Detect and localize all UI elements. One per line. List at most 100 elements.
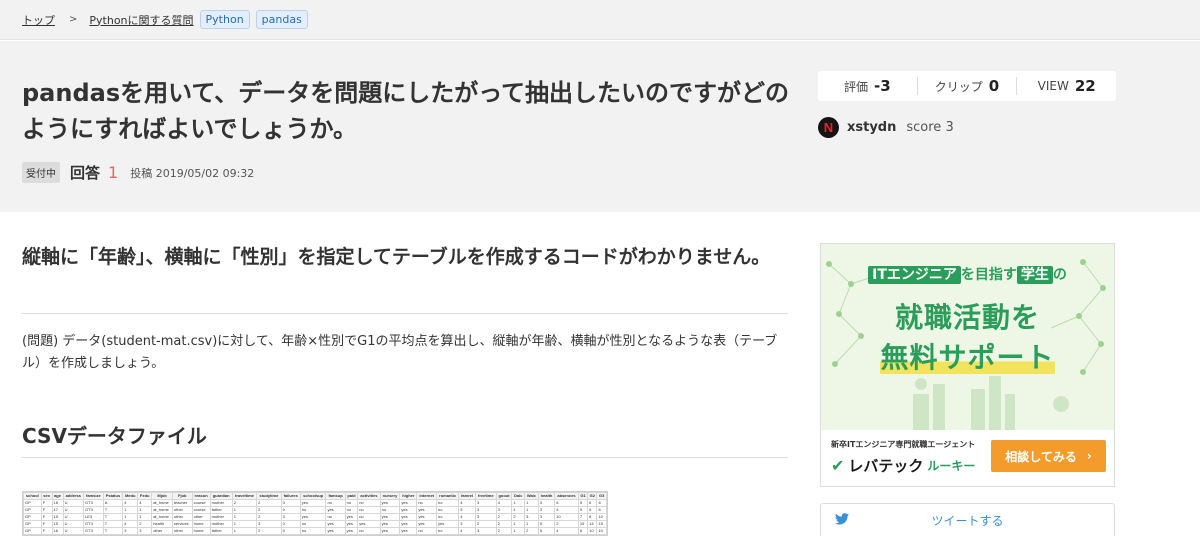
table-cell: 3 bbox=[495, 506, 513, 514]
score-value: 3 bbox=[945, 120, 954, 135]
table-header-cell: G2 bbox=[587, 492, 598, 500]
table-header-cell: sex bbox=[40, 492, 53, 500]
table-header-cell: higher bbox=[399, 492, 418, 500]
table-header-cell: Fedu bbox=[137, 492, 153, 500]
table-cell: yes bbox=[399, 527, 418, 535]
rating-stat: 評価 -3 bbox=[818, 77, 918, 95]
table-cell: 3 bbox=[474, 513, 497, 521]
table-cell: 5 bbox=[587, 506, 598, 514]
table-cell: 3 bbox=[474, 527, 497, 535]
table-cell: 3 bbox=[474, 499, 497, 507]
chevron-right-icon: > bbox=[69, 14, 78, 25]
table-cell: no bbox=[436, 527, 460, 535]
table-header-cell: health bbox=[537, 492, 556, 500]
csv-screenshot[interactable]: school sex age address famsize Pstatus Medu Fed… bbox=[22, 491, 608, 536]
ad-tagline: ITエンジニア を目指す 学生の bbox=[821, 264, 1114, 284]
posted-label: 投稿 bbox=[130, 166, 153, 180]
ad-tagline-student: 学生 bbox=[1016, 266, 1053, 284]
table-cell: yes bbox=[379, 527, 401, 535]
breadcrumb-category-link[interactable]: Pythonに関する質問 bbox=[89, 12, 193, 28]
table-cell: 18 bbox=[51, 499, 64, 507]
table-cell: A bbox=[102, 499, 124, 507]
table-cell: 6 bbox=[596, 506, 607, 514]
table-cell: 10 bbox=[596, 513, 607, 521]
clip-label: クリップ bbox=[934, 79, 983, 94]
tweet-button[interactable]: ツイートする bbox=[820, 503, 1115, 536]
ad-cta-button[interactable]: 相談してみる › bbox=[991, 440, 1106, 472]
ad-tagline-end: の bbox=[1052, 267, 1067, 283]
question-header: pandasを用いて、データを問題にしたがって抽出したいのですがどのようにすれば… bbox=[0, 41, 1200, 212]
levtech-logo-icon: ✔ bbox=[831, 456, 845, 475]
table-cell: 5 bbox=[537, 520, 556, 528]
table-cell: 1 bbox=[511, 520, 526, 528]
table-cell: U bbox=[62, 527, 85, 535]
tag-python[interactable]: Python bbox=[199, 10, 250, 29]
table-header-cell: activities bbox=[357, 492, 381, 500]
table-cell: father bbox=[209, 527, 233, 535]
table-cell: 3 bbox=[474, 506, 497, 514]
table-cell: yes bbox=[379, 513, 401, 521]
table-cell: 2 bbox=[231, 499, 258, 507]
table-header-cell: famsize bbox=[83, 492, 104, 500]
table-cell: 6 bbox=[554, 499, 579, 507]
table-header-cell: schoolsup bbox=[299, 492, 327, 500]
ad-brand-name: レバテック bbox=[848, 457, 924, 475]
tag-pandas[interactable]: pandas bbox=[255, 10, 308, 29]
table-cell: 3 bbox=[537, 506, 556, 514]
table-cell: F bbox=[40, 527, 53, 535]
breadcrumb-home-link[interactable]: トップ bbox=[22, 12, 55, 28]
table-cell: home bbox=[191, 527, 211, 535]
score-label: score bbox=[906, 120, 942, 135]
table-cell: 2 bbox=[495, 513, 513, 521]
status-badge: 受付中 bbox=[22, 162, 60, 183]
table-cell: 2 bbox=[256, 506, 282, 514]
avatar[interactable]: N bbox=[818, 117, 839, 138]
table-cell: T bbox=[102, 527, 124, 535]
question-title: pandasを用いて、データを問題にしたがって抽出したいのですがどのようにすれば… bbox=[22, 79, 789, 143]
answers-count[interactable]: 1 bbox=[108, 163, 118, 182]
table-cell: T bbox=[102, 520, 124, 528]
table-header-cell: Medu bbox=[122, 492, 139, 500]
clip-stat[interactable]: クリップ 0 bbox=[918, 77, 1018, 95]
table-cell: home bbox=[191, 520, 211, 528]
table-cell: GT3 bbox=[83, 506, 104, 514]
table-cell: 14 bbox=[587, 520, 598, 528]
table-header-cell: freetime bbox=[474, 492, 497, 500]
table-cell: 1 bbox=[524, 520, 539, 528]
table-cell: yes bbox=[344, 513, 359, 521]
table-cell: 3 bbox=[122, 527, 139, 535]
table-cell: 3 bbox=[256, 520, 282, 528]
table-cell: 2 bbox=[474, 520, 497, 528]
table-cell: yes bbox=[416, 506, 438, 514]
table-cell: yes bbox=[436, 520, 460, 528]
table-cell: 1 bbox=[137, 506, 153, 514]
table-cell: teacher bbox=[171, 499, 193, 507]
table-cell: 1 bbox=[137, 513, 153, 521]
posted-date-value: 2019/05/02 09:32 bbox=[155, 166, 255, 180]
table-cell: 1 bbox=[524, 499, 539, 507]
answers-label: 回答 bbox=[70, 164, 101, 182]
table-cell: 3 bbox=[137, 527, 153, 535]
table-cell: 1 bbox=[511, 499, 526, 507]
table-cell: GP bbox=[23, 506, 42, 514]
table-cell: 3 bbox=[537, 499, 556, 507]
table-cell: yes bbox=[344, 527, 359, 535]
table-header-cell: guardian bbox=[209, 492, 233, 500]
author-name[interactable]: xstydn bbox=[847, 120, 896, 135]
table-cell: mother bbox=[209, 513, 233, 521]
ad-banner[interactable]: ITエンジニア を目指す 学生の 就職活動を 無料サポート 新卒ITエンジニア専門就… bbox=[820, 243, 1115, 487]
table-cell: 1 bbox=[231, 506, 258, 514]
table-cell: 3 bbox=[458, 520, 476, 528]
table-cell: other bbox=[171, 506, 193, 514]
table-cell: yes bbox=[399, 520, 418, 528]
table-cell: yes bbox=[399, 499, 418, 507]
table-header-cell: Fjob bbox=[171, 492, 193, 500]
table-cell: no bbox=[344, 499, 359, 507]
table-cell: 17 bbox=[51, 506, 64, 514]
table-cell: 1 bbox=[122, 506, 139, 514]
table-cell: yes bbox=[299, 513, 327, 521]
table-cell: U bbox=[62, 520, 85, 528]
table-cell: 5 bbox=[537, 527, 556, 535]
table-header-cell: famsup bbox=[325, 492, 346, 500]
table-cell: yes bbox=[344, 520, 359, 528]
